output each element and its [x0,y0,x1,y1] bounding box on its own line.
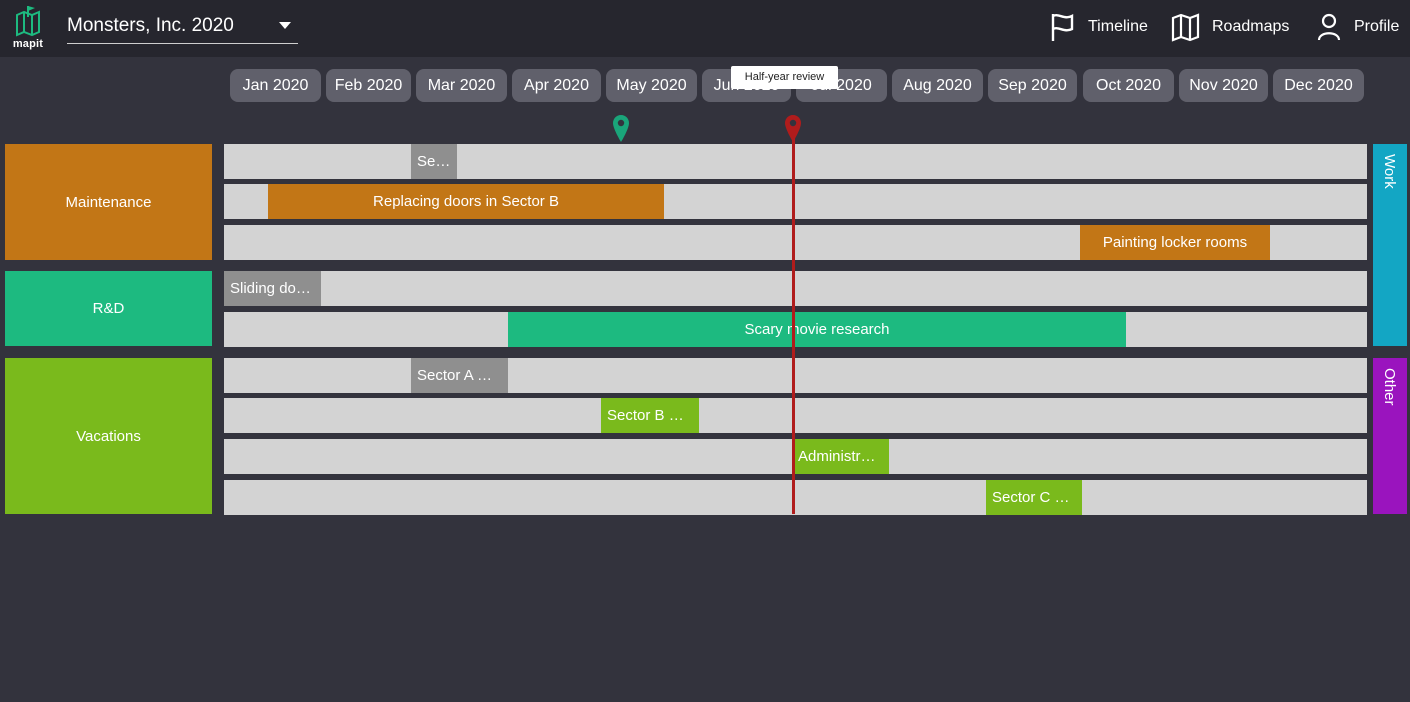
task-bar[interactable]: Administr… [792,439,889,474]
nav-roadmaps-label: Roadmaps [1212,18,1290,35]
task-bar[interactable]: Sector B … [601,398,699,433]
month-jan[interactable]: Jan 2020 [230,69,321,102]
nav-roadmaps[interactable]: Roadmaps [1171,12,1293,44]
month-sep[interactable]: Sep 2020 [988,69,1077,102]
month-oct[interactable]: Oct 2020 [1083,69,1174,102]
month-dec[interactable]: Dec 2020 [1273,69,1364,102]
month-apr[interactable]: Apr 2020 [512,69,601,102]
group-rnd[interactable]: R&D [5,271,212,346]
chevron-down-icon [279,22,291,29]
timeline-lane[interactable] [224,144,1367,179]
nav-timeline-label: Timeline [1088,18,1148,35]
logo-text: mapit [12,38,44,50]
nav-timeline[interactable]: Timeline [1050,12,1150,44]
month-may[interactable]: May 2020 [606,69,697,102]
timeline-lane[interactable] [224,271,1367,306]
task-bar[interactable]: Sector A … [411,358,508,393]
task-bar[interactable]: Sector C … [986,480,1082,515]
timeline-lane[interactable] [224,398,1367,433]
map-icon [1171,13,1200,42]
timeline-lane[interactable] [224,480,1367,515]
project-select[interactable]: Monsters, Inc. 2020 [67,10,298,44]
user-icon [1317,13,1341,41]
app-logo[interactable]: mapit [10,5,46,51]
nav-profile[interactable]: Profile [1316,12,1408,44]
group-maintenance[interactable]: Maintenance [5,144,212,260]
milestone-pin-green[interactable] [612,114,630,144]
group-vacations[interactable]: Vacations [5,358,212,514]
month-aug[interactable]: Aug 2020 [892,69,983,102]
month-mar[interactable]: Mar 2020 [416,69,507,102]
milestone-tooltip: Half-year review [731,66,838,89]
task-bar[interactable]: Replacing doors in Sector B [268,184,664,219]
task-bar[interactable]: Sliding do… [224,271,321,306]
task-bar[interactable]: Scary movie research [508,312,1126,347]
flag-icon [1051,14,1074,41]
map-book-icon [16,6,40,37]
top-bar: mapit Monsters, Inc. 2020 Timeline Roadm… [0,0,1410,57]
today-marker-line [792,130,795,514]
category-other[interactable]: Other [1373,358,1407,514]
category-work[interactable]: Work [1373,144,1407,346]
month-feb[interactable]: Feb 2020 [326,69,411,102]
nav-profile-label: Profile [1354,18,1400,35]
category-other-label: Other [1381,368,1398,406]
project-name: Monsters, Inc. 2020 [67,15,234,36]
category-work-label: Work [1381,154,1398,189]
task-bar[interactable]: Se… [411,144,457,179]
task-bar[interactable]: Painting locker rooms [1080,225,1270,260]
month-nov[interactable]: Nov 2020 [1179,69,1268,102]
timeline-lane[interactable] [224,358,1367,393]
milestone-pin-red[interactable] [784,114,802,144]
